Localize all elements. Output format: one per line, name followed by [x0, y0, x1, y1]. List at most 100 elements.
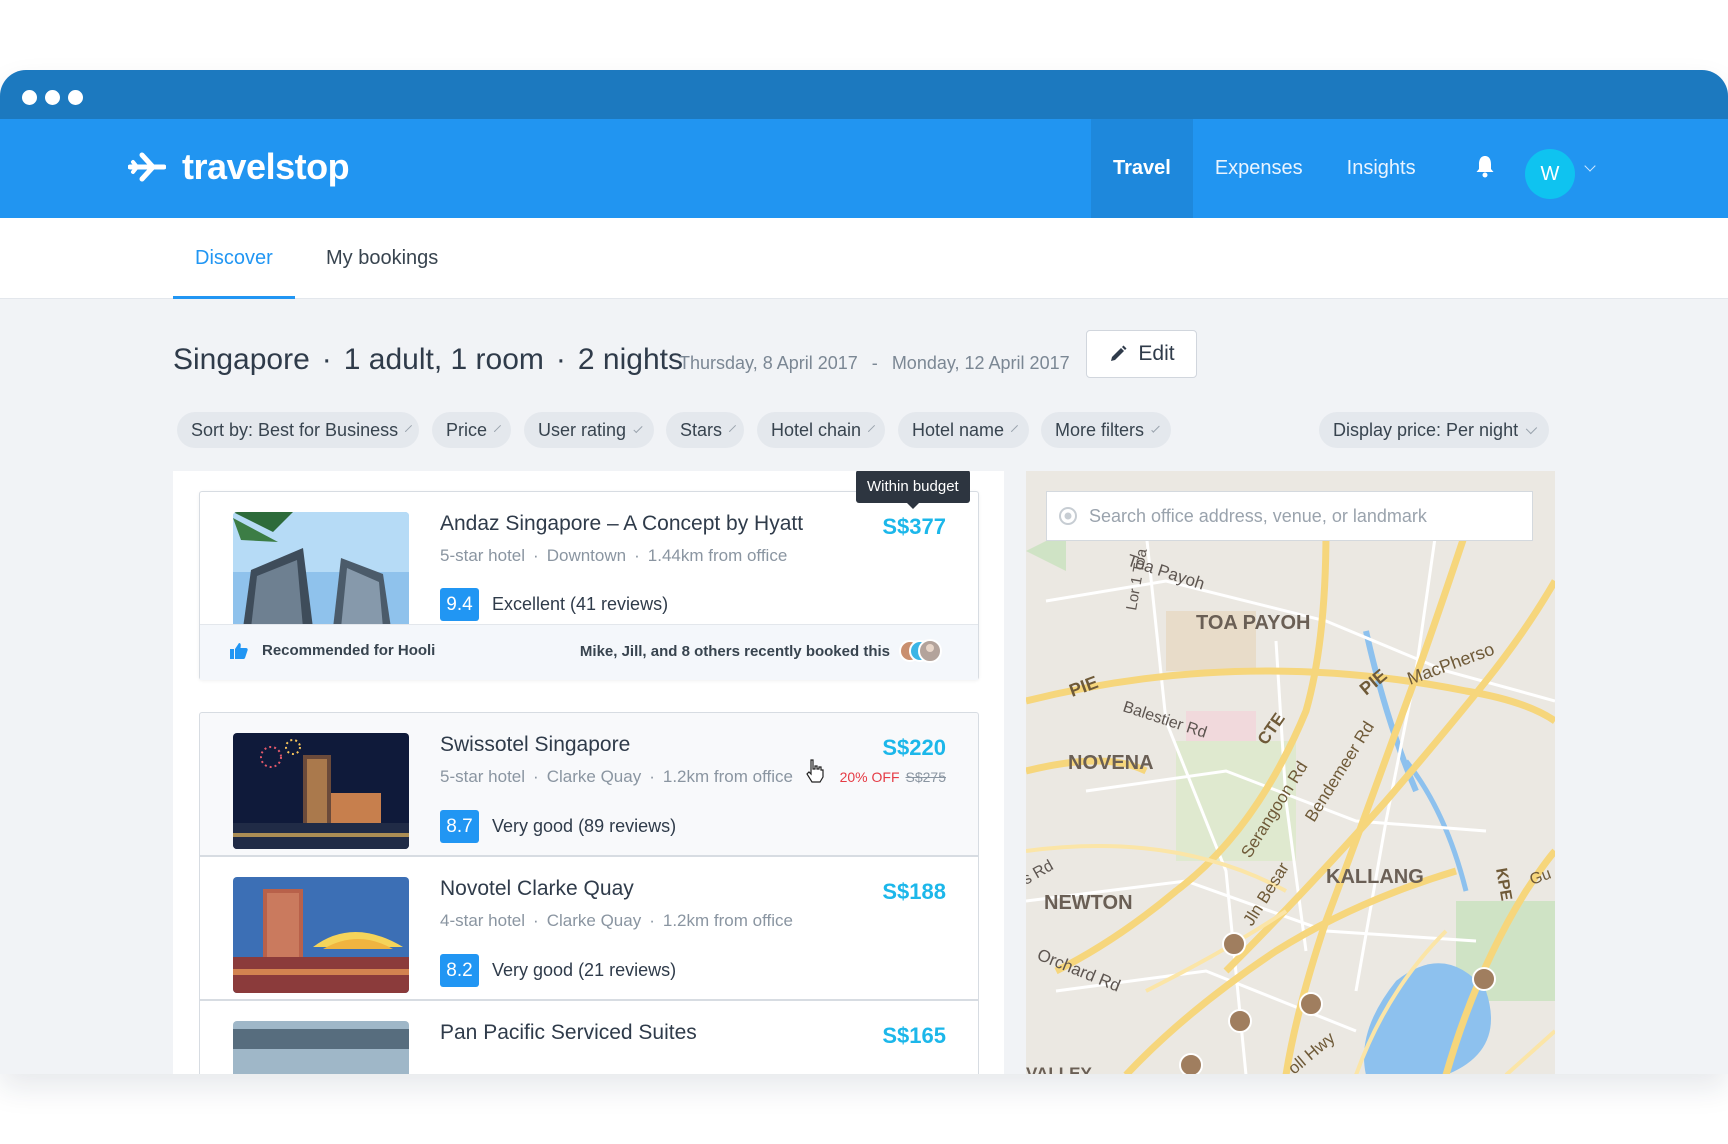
hotel-name[interactable]: Novotel Clarke Quay — [440, 877, 634, 901]
check-out-date: Monday, 12 April 2017 — [891, 353, 1070, 373]
display-price-dropdown[interactable]: Display price: Per night — [1319, 412, 1549, 448]
price-filter[interactable]: Price — [432, 412, 511, 448]
more-filters[interactable]: More filters — [1041, 412, 1171, 448]
hotel-distance: 1.2km from office — [662, 767, 793, 786]
tab-my-bookings[interactable]: My bookings — [326, 218, 438, 298]
hotel-card[interactable]: Andaz Singapore – A Concept by Hyatt 5-s… — [199, 491, 979, 680]
discount-badge: 20% OFF — [839, 769, 900, 785]
hotel-stars: 5-star hotel — [440, 767, 526, 786]
hotel-photo — [233, 512, 409, 628]
pencil-icon — [1111, 345, 1127, 361]
hotel-photo — [233, 877, 409, 993]
search-nights: 2 nights — [577, 343, 683, 376]
more-filters-label: More filters — [1055, 419, 1145, 440]
window-dot[interactable] — [22, 90, 37, 105]
separator: · — [555, 343, 566, 376]
nav-travel[interactable]: Travel — [1091, 119, 1193, 218]
nav-expenses[interactable]: Expenses — [1193, 119, 1325, 218]
search-dates: Thursday, 8 April 2017 - Monday, 12 Apri… — [679, 353, 1070, 374]
primary-nav: Travel Expenses Insights — [1091, 119, 1438, 218]
separator: · — [321, 343, 332, 376]
hotel-area: Downtown — [546, 546, 627, 565]
hotel-meta: 4-star hotel · Clarke Quay · 1.2km from offi… — [440, 911, 793, 930]
hotel-meta: 5-star hotel · Downtown · 1.44km from office — [440, 546, 788, 565]
social-proof: Mike, Jill, and 8 others recently booked… — [579, 643, 890, 660]
hotel-card[interactable]: Novotel Clarke Quay 4-star hotel · Clarke … — [199, 856, 979, 1000]
hotel-stars: 4-star hotel — [440, 911, 526, 930]
chevron-down-icon — [493, 424, 502, 432]
user-rating-filter[interactable]: User rating — [524, 412, 654, 448]
check-in-date: Thursday, 8 April 2017 — [679, 353, 858, 373]
chevron-down-icon — [728, 424, 737, 432]
filter-bar: Sort by: Best for Business Price User ra… — [0, 412, 1728, 448]
hotel-distance: 1.2km from office — [662, 911, 793, 930]
logo[interactable]: travelstop — [128, 146, 350, 188]
review-summary: Excellent (41 reviews) — [492, 594, 669, 614]
chevron-down-icon[interactable] — [1584, 160, 1596, 172]
recommendation-strip: Recommended for Hooli Mike, Jill, and 8 … — [200, 624, 978, 680]
window-dot[interactable] — [45, 90, 60, 105]
stars-filter[interactable]: Stars — [666, 412, 744, 448]
map-search-input[interactable]: Search office address, venue, or landmar… — [1046, 491, 1533, 541]
map-search-placeholder: Search office address, venue, or landmar… — [1089, 505, 1427, 526]
hotel-price: S$377 — [882, 514, 946, 539]
search-summary: Singapore · 1 adult, 1 room · 2 nights — [173, 343, 683, 377]
map-canvas[interactable]: Toa Payoh TOA PAYOH Lor 1 Toa PIE Balest… — [1026, 471, 1555, 1074]
hotel-name[interactable]: Swissotel Singapore — [440, 733, 630, 757]
search-guests: 1 adult, 1 room — [343, 343, 544, 376]
date-separator: - — [871, 353, 878, 373]
hotel-photo — [233, 733, 409, 849]
hotel-name[interactable]: Andaz Singapore – A Concept by Hyatt — [440, 512, 803, 536]
map-label: NOVENA — [1068, 752, 1154, 774]
hotel-chain-filter[interactable]: Hotel chain — [757, 412, 885, 448]
plane-icon — [128, 152, 166, 182]
hotel-area: Clarke Quay — [546, 767, 642, 786]
review-summary: Very good (89 reviews) — [492, 816, 677, 836]
bell-icon[interactable] — [1475, 154, 1495, 178]
hotel-stars: 5-star hotel — [440, 546, 526, 565]
nav-insights[interactable]: Insights — [1325, 119, 1438, 218]
stars-label: Stars — [680, 419, 723, 440]
map-label: TOA PAYOH — [1196, 612, 1310, 634]
hotel-chain-label: Hotel chain — [771, 419, 862, 440]
hotel-name[interactable]: Pan Pacific Serviced Suites — [440, 1021, 697, 1045]
edit-label: Edit — [1138, 342, 1175, 365]
app-window: travelstop Travel Expenses Insights W Di… — [0, 70, 1728, 1074]
discount-info: 20% OFF S$275 — [840, 769, 946, 785]
window-dot[interactable] — [68, 90, 83, 105]
display-price-label: Display price: Per night — [1333, 419, 1519, 440]
avatar[interactable]: W — [1525, 149, 1575, 199]
chevron-down-icon — [1525, 422, 1538, 434]
hotel-meta: 5-star hotel · Clarke Quay · 1.2km from offi… — [440, 767, 793, 786]
hand-cursor-icon — [806, 759, 824, 783]
chevron-down-icon — [1011, 424, 1019, 432]
original-price: S$275 — [905, 769, 946, 785]
map-label: VALLEY — [1026, 1064, 1092, 1074]
sort-label: Sort by: Best for Business — [191, 419, 399, 440]
hotel-name-filter[interactable]: Hotel name — [898, 412, 1029, 448]
hotel-price: S$188 — [882, 879, 946, 904]
booker-avatars[interactable] — [898, 637, 948, 665]
search-city: Singapore — [173, 343, 310, 376]
chevron-down-icon — [633, 423, 643, 433]
main-content: Singapore · 1 adult, 1 room · 2 nights Thurs… — [0, 299, 1728, 1074]
hotel-card[interactable]: Pan Pacific Serviced Suites S$165 — [199, 1000, 979, 1074]
hotel-card[interactable]: Swissotel Singapore 5-star hotel · Clarke … — [199, 712, 979, 856]
thumbs-up-icon — [230, 643, 248, 659]
hotel-price: S$220 — [882, 735, 946, 760]
tab-discover[interactable]: Discover — [173, 218, 295, 299]
map-label: KALLANG — [1326, 866, 1424, 888]
map-view[interactable]: Toa Payoh TOA PAYOH Lor 1 Toa PIE Balest… — [1026, 471, 1555, 1074]
brand-name: travelstop — [182, 146, 350, 187]
sort-dropdown[interactable]: Sort by: Best for Business — [177, 412, 419, 448]
recommendation-text: Recommended for Hooli — [262, 642, 436, 659]
edit-search-button[interactable]: Edit — [1086, 330, 1197, 378]
price-filter-label: Price — [446, 419, 488, 440]
chevron-down-icon — [868, 424, 876, 432]
rating-badge: 8.2 — [440, 954, 479, 987]
window-controls — [22, 90, 83, 105]
hotel-area: Clarke Quay — [546, 911, 642, 930]
hotel-name-label: Hotel name — [912, 419, 1005, 440]
rating-badge: 9.4 — [440, 588, 479, 621]
location-icon — [1059, 507, 1077, 525]
